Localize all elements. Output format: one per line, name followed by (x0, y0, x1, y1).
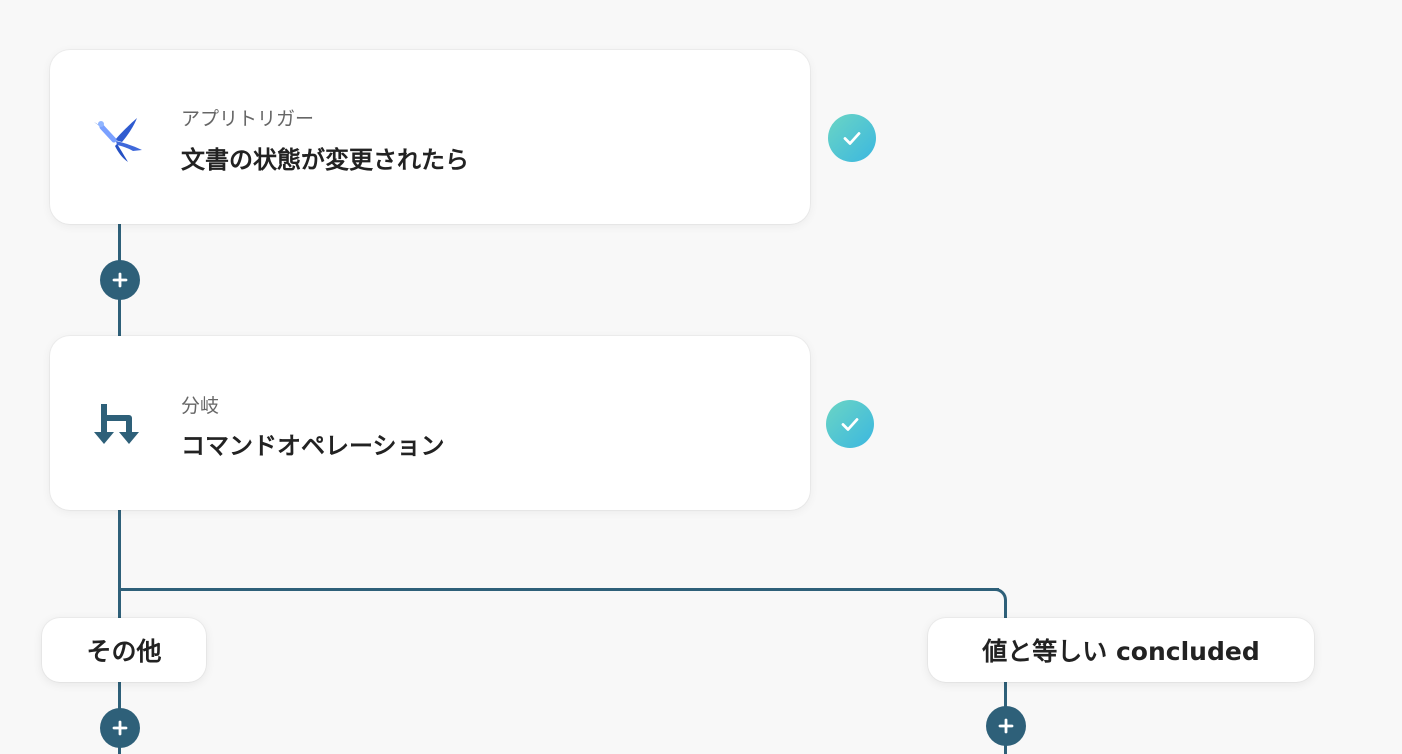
trigger-step-card[interactable] (50, 50, 810, 224)
step-title: コマンドオペレーション (181, 432, 445, 460)
branch-label-concluded[interactable]: 値と等しい concluded (928, 618, 1314, 682)
completed-check-icon (826, 400, 874, 448)
completed-check-icon (828, 114, 876, 162)
branch-connector-line (118, 588, 999, 591)
add-step-button[interactable] (100, 708, 140, 748)
plus-icon (112, 720, 128, 736)
connector-line (118, 510, 121, 618)
plus-icon (112, 272, 128, 288)
step-subtitle: アプリトリガー (181, 108, 315, 130)
branch-label-other[interactable]: その他 (42, 618, 206, 682)
branch-step-card[interactable] (50, 336, 810, 510)
plus-icon (998, 718, 1014, 734)
step-subtitle: 分岐 (181, 395, 220, 417)
branch-icon (88, 392, 152, 456)
step-title: 文書の状態が変更されたら (181, 146, 469, 174)
branch-connector-corner (993, 588, 1007, 618)
add-step-button[interactable] (986, 706, 1026, 746)
add-step-button[interactable] (100, 260, 140, 300)
app-bird-icon (88, 106, 152, 170)
